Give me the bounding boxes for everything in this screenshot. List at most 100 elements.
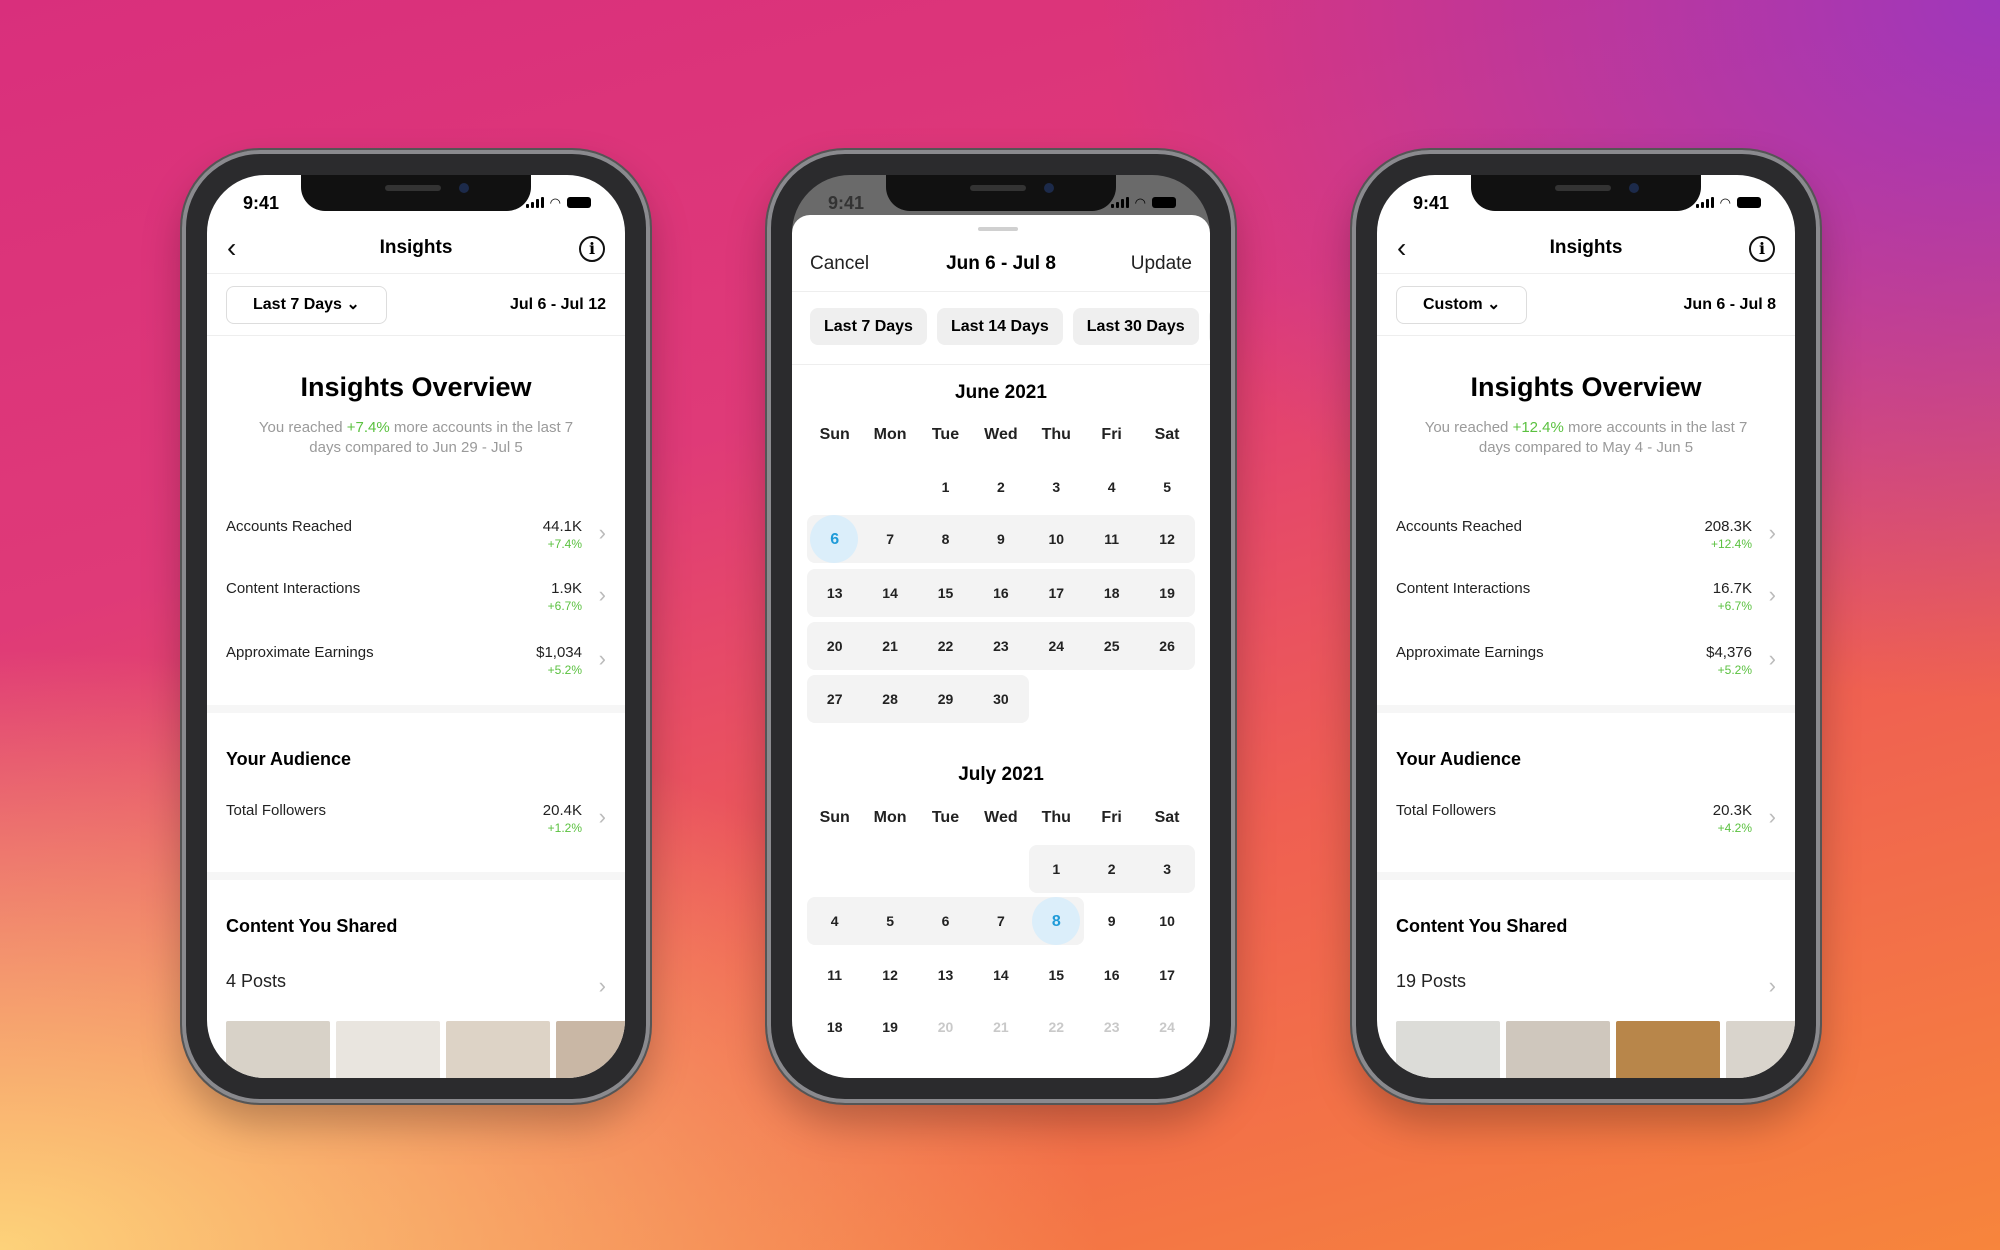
calendar-day[interactable]: 14 bbox=[862, 569, 917, 617]
calendar-day[interactable]: 7 bbox=[862, 515, 917, 563]
calendar-day[interactable]: 10 bbox=[1139, 897, 1194, 945]
metric-row[interactable]: Content Interactions 1.9K +6.7% › bbox=[226, 578, 606, 628]
calendar-day[interactable]: 2 bbox=[973, 463, 1028, 511]
calendar-day[interactable]: 4 bbox=[807, 897, 862, 945]
post-thumbnail[interactable] bbox=[1506, 1021, 1610, 1078]
calendar-day[interactable]: 21 bbox=[862, 622, 917, 670]
posts-row[interactable]: 19 Posts › bbox=[1396, 969, 1776, 1019]
post-thumbnail[interactable] bbox=[1396, 1021, 1500, 1078]
metric-value: 20.4K bbox=[542, 802, 582, 819]
followers-row[interactable]: Total Followers 20.3K +4.2% › bbox=[1396, 800, 1776, 850]
calendar-day[interactable]: 6 bbox=[807, 515, 862, 563]
followers-row[interactable]: Total Followers 20.4K +1.2% › bbox=[226, 800, 606, 850]
calendar-day[interactable]: 5 bbox=[862, 897, 917, 945]
weekday-label: Mon bbox=[873, 809, 907, 826]
post-thumbnails bbox=[1396, 1021, 1795, 1078]
calendar-day[interactable]: 7 bbox=[973, 897, 1028, 945]
post-thumbnails bbox=[226, 1021, 625, 1078]
calendar-day[interactable]: 2 bbox=[1084, 845, 1139, 893]
weekday-header: Sun Mon Tue Wed Thu Fri Sat bbox=[807, 809, 1195, 827]
chevron-right-icon: › bbox=[598, 646, 606, 671]
calendar-day[interactable]: 17 bbox=[1029, 569, 1084, 617]
calendar-day[interactable]: 11 bbox=[1084, 515, 1139, 563]
calendar-day[interactable]: 16 bbox=[973, 569, 1028, 617]
signal-icon bbox=[1695, 197, 1714, 208]
info-icon[interactable]: i bbox=[1749, 236, 1775, 262]
calendar-day[interactable]: 26 bbox=[1139, 622, 1194, 670]
calendar-day[interactable]: 3 bbox=[1139, 845, 1194, 893]
weekday-label: Tue bbox=[931, 426, 960, 443]
month-title: July 2021 bbox=[958, 764, 1044, 785]
info-icon[interactable]: i bbox=[579, 236, 605, 262]
post-thumbnail[interactable] bbox=[446, 1021, 550, 1078]
calendar-day[interactable]: 19 bbox=[862, 1003, 917, 1051]
calendar-day[interactable]: 15 bbox=[918, 569, 973, 617]
calendar-day: 21 bbox=[993, 1019, 1009, 1035]
status-time: 9:41 bbox=[243, 193, 280, 213]
calendar-day[interactable]: 6 bbox=[918, 897, 973, 945]
calendar-day[interactable]: 9 bbox=[973, 515, 1028, 563]
post-thumbnail[interactable] bbox=[1616, 1021, 1720, 1078]
post-thumbnail[interactable] bbox=[556, 1021, 625, 1078]
calendar-day[interactable]: 22 bbox=[918, 622, 973, 670]
calendar-day[interactable]: 24 bbox=[1029, 622, 1084, 670]
metric-row[interactable]: Accounts Reached 208.3K +12.4% › bbox=[1396, 516, 1776, 566]
chevron-down-icon: ⌄ bbox=[1487, 296, 1501, 313]
phone-insights: 9:41 ◠ ‹ Insights i Custom ⌄ Jun 6 - Jul… bbox=[1352, 150, 1820, 1103]
calendar-day[interactable]: 19 bbox=[1139, 569, 1194, 617]
metric-change: +12.4% bbox=[1710, 537, 1752, 551]
calendar-day[interactable]: 30 bbox=[973, 675, 1028, 723]
calendar-day[interactable]: 8 bbox=[1029, 897, 1084, 945]
posts-row[interactable]: 4 Posts › bbox=[226, 969, 606, 1019]
metric-change: +5.2% bbox=[1717, 663, 1752, 677]
calendar-day[interactable]: 12 bbox=[862, 951, 917, 999]
calendar-day[interactable]: 13 bbox=[918, 951, 973, 999]
metric-value: 16.7K bbox=[1712, 580, 1752, 597]
calendar-day[interactable]: 16 bbox=[1084, 951, 1139, 999]
chevron-down-icon: ⌄ bbox=[346, 296, 360, 313]
metric-row[interactable]: Approximate Earnings $4,376 +5.2% › bbox=[1396, 642, 1776, 692]
overview-summary: You reached +12.4% more accounts in the … bbox=[1424, 419, 1748, 456]
calendar-day[interactable]: 11 bbox=[807, 951, 862, 999]
calendar-day[interactable]: 15 bbox=[1029, 951, 1084, 999]
chevron-right-icon: › bbox=[598, 582, 606, 607]
calendar-day[interactable]: 18 bbox=[807, 1003, 862, 1051]
calendar-day[interactable]: 14 bbox=[973, 951, 1028, 999]
calendar-day[interactable]: 1 bbox=[1029, 845, 1084, 893]
calendar-day[interactable]: 25 bbox=[1084, 622, 1139, 670]
metric-row[interactable]: Accounts Reached 44.1K +7.4% › bbox=[226, 516, 606, 566]
notch bbox=[1471, 175, 1701, 211]
weekday-label: Sun bbox=[819, 426, 850, 443]
post-thumbnail[interactable] bbox=[336, 1021, 440, 1078]
post-thumbnail[interactable] bbox=[1726, 1021, 1795, 1078]
signal-icon bbox=[525, 197, 544, 208]
calendar-week: 4 5 6 7 8 9 10 bbox=[807, 897, 1195, 945]
signal-icon bbox=[1110, 197, 1129, 208]
calendar-day[interactable]: 12 bbox=[1139, 515, 1194, 563]
calendar-day[interactable]: 9 bbox=[1084, 897, 1139, 945]
weekday-label: Thu bbox=[1041, 426, 1071, 443]
calendar-day[interactable]: 27 bbox=[807, 675, 862, 723]
calendar-day[interactable]: 5 bbox=[1139, 463, 1194, 511]
calendar-day[interactable]: 13 bbox=[807, 569, 862, 617]
date-range-dropdown[interactable]: Custom ⌄ bbox=[1396, 286, 1528, 324]
calendar-day[interactable]: 28 bbox=[862, 675, 917, 723]
calendar-day[interactable]: 18 bbox=[1084, 569, 1139, 617]
calendar-day[interactable]: 23 bbox=[973, 622, 1028, 670]
calendar-day[interactable]: 20 bbox=[807, 622, 862, 670]
calendar-day[interactable]: 10 bbox=[1029, 515, 1084, 563]
calendar-day[interactable]: 4 bbox=[1084, 463, 1139, 511]
metric-row[interactable]: Content Interactions 16.7K +6.7% › bbox=[1396, 578, 1776, 628]
calendar-day[interactable]: 8 bbox=[918, 515, 973, 563]
calendar-day[interactable]: 1 bbox=[918, 463, 973, 511]
date-range-dropdown[interactable]: Last 7 Days ⌄ bbox=[226, 286, 387, 324]
calendar-day[interactable]: 3 bbox=[1029, 463, 1084, 511]
metric-change: +7.4% bbox=[547, 537, 582, 551]
calendar-day[interactable]: 17 bbox=[1139, 951, 1194, 999]
metric-label: Content Interactions bbox=[1396, 580, 1531, 597]
section-title: Your Audience bbox=[226, 749, 352, 769]
metric-value: 20.3K bbox=[1712, 802, 1752, 819]
post-thumbnail[interactable] bbox=[226, 1021, 330, 1078]
calendar-day[interactable]: 29 bbox=[918, 675, 973, 723]
metric-row[interactable]: Approximate Earnings $1,034 +5.2% › bbox=[226, 642, 606, 692]
